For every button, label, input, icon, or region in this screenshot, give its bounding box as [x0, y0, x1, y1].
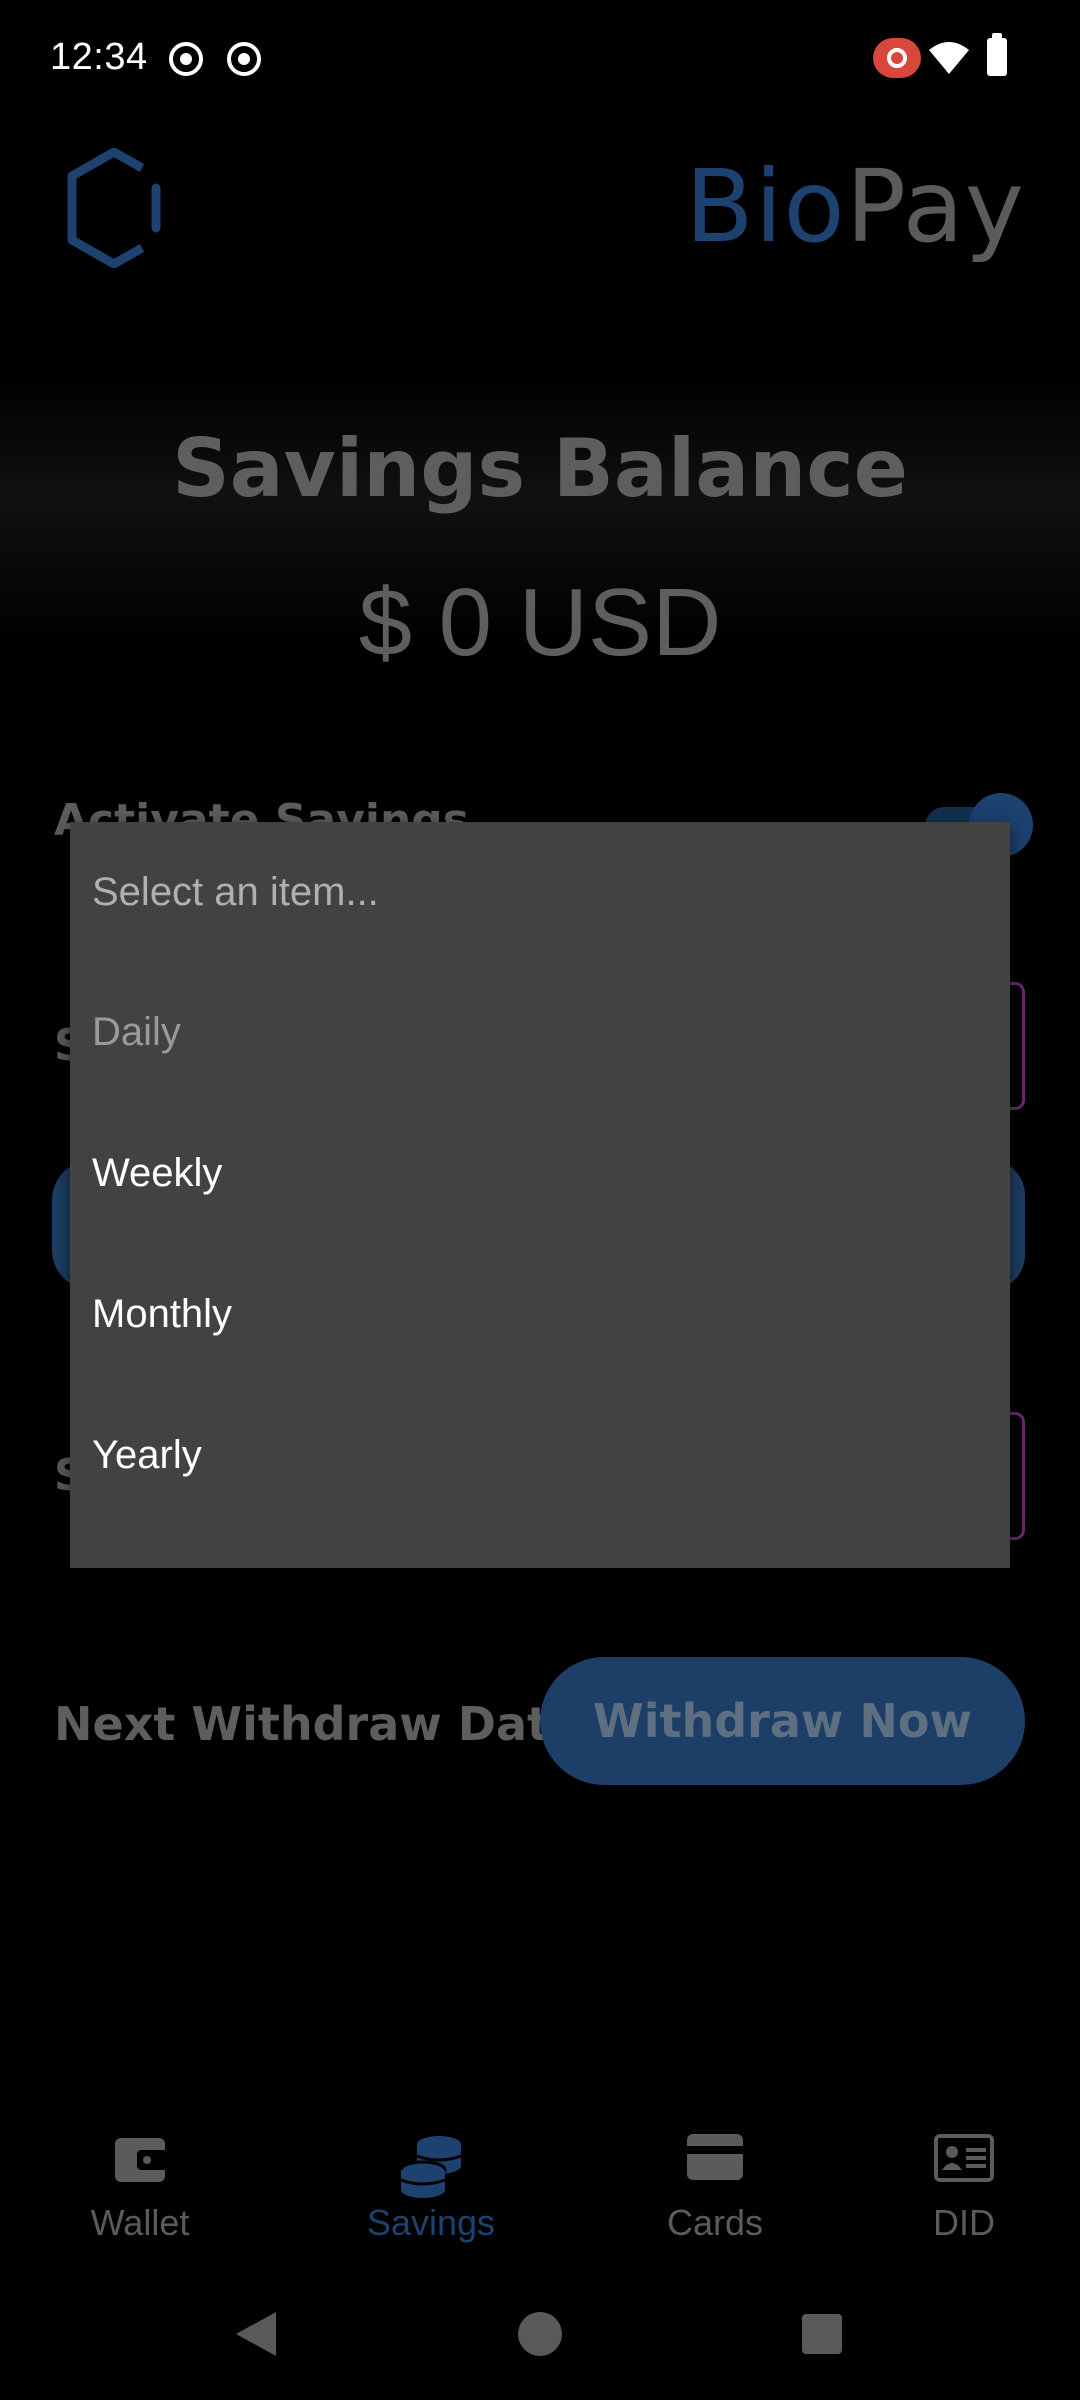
balance-value: $ 0 USD [358, 569, 722, 676]
credit-card-icon [687, 2134, 743, 2180]
screen-cast-icon [227, 42, 261, 76]
nav-item-savings[interactable]: Savings [331, 2120, 531, 2280]
screen-record-icon [873, 38, 921, 78]
coins-stack-icon [399, 2136, 462, 2198]
dropdown-option-monthly[interactable]: Monthly [92, 1244, 992, 1384]
id-card-icon [934, 2134, 994, 2182]
status-bar: 12:34 [0, 0, 1080, 120]
bottom-navigation: Wallet Savings Cards DID [0, 2120, 1080, 2280]
brand-part-bio: Bio [685, 148, 846, 265]
frequency-dropdown: Select an item... Daily Weekly Monthly Y… [70, 822, 1010, 1568]
system-recents-button[interactable] [802, 2314, 842, 2354]
nav-label-cards: Cards [666, 2202, 764, 2243]
nav-label-did: DID [933, 2202, 995, 2243]
nav-label-wallet: Wallet [90, 2202, 190, 2243]
dropdown-option-yearly[interactable]: Yearly [92, 1385, 992, 1525]
dropdown-option-weekly[interactable]: Weekly [92, 1103, 992, 1243]
dropdown-option-daily: Daily [92, 1009, 181, 1054]
balance-title: Savings Balance [172, 422, 908, 515]
system-back-button[interactable] [236, 2312, 276, 2356]
brand-part-pay: Pay [845, 148, 1025, 265]
nav-item-cards[interactable]: Cards [615, 2120, 815, 2280]
system-home-button[interactable] [518, 2312, 562, 2356]
brand-title: BioPay [685, 148, 1025, 265]
withdraw-now-button[interactable]: Withdraw Now [540, 1657, 1025, 1785]
wallet-icon [115, 2138, 167, 2182]
nav-item-wallet[interactable]: Wallet [40, 2120, 240, 2280]
dropdown-placeholder: Select an item... [92, 869, 379, 914]
status-time: 12:34 [50, 36, 148, 78]
next-withdraw-date-label: Next Withdraw Date [54, 1697, 581, 1751]
wifi-icon [929, 42, 969, 74]
nav-label-savings: Savings [366, 2202, 496, 2243]
nav-item-did[interactable]: DID [864, 2120, 1064, 2280]
battery-icon [987, 33, 1007, 76]
hexagon-logo-icon [67, 148, 161, 268]
screen-cast-icon [169, 42, 203, 76]
